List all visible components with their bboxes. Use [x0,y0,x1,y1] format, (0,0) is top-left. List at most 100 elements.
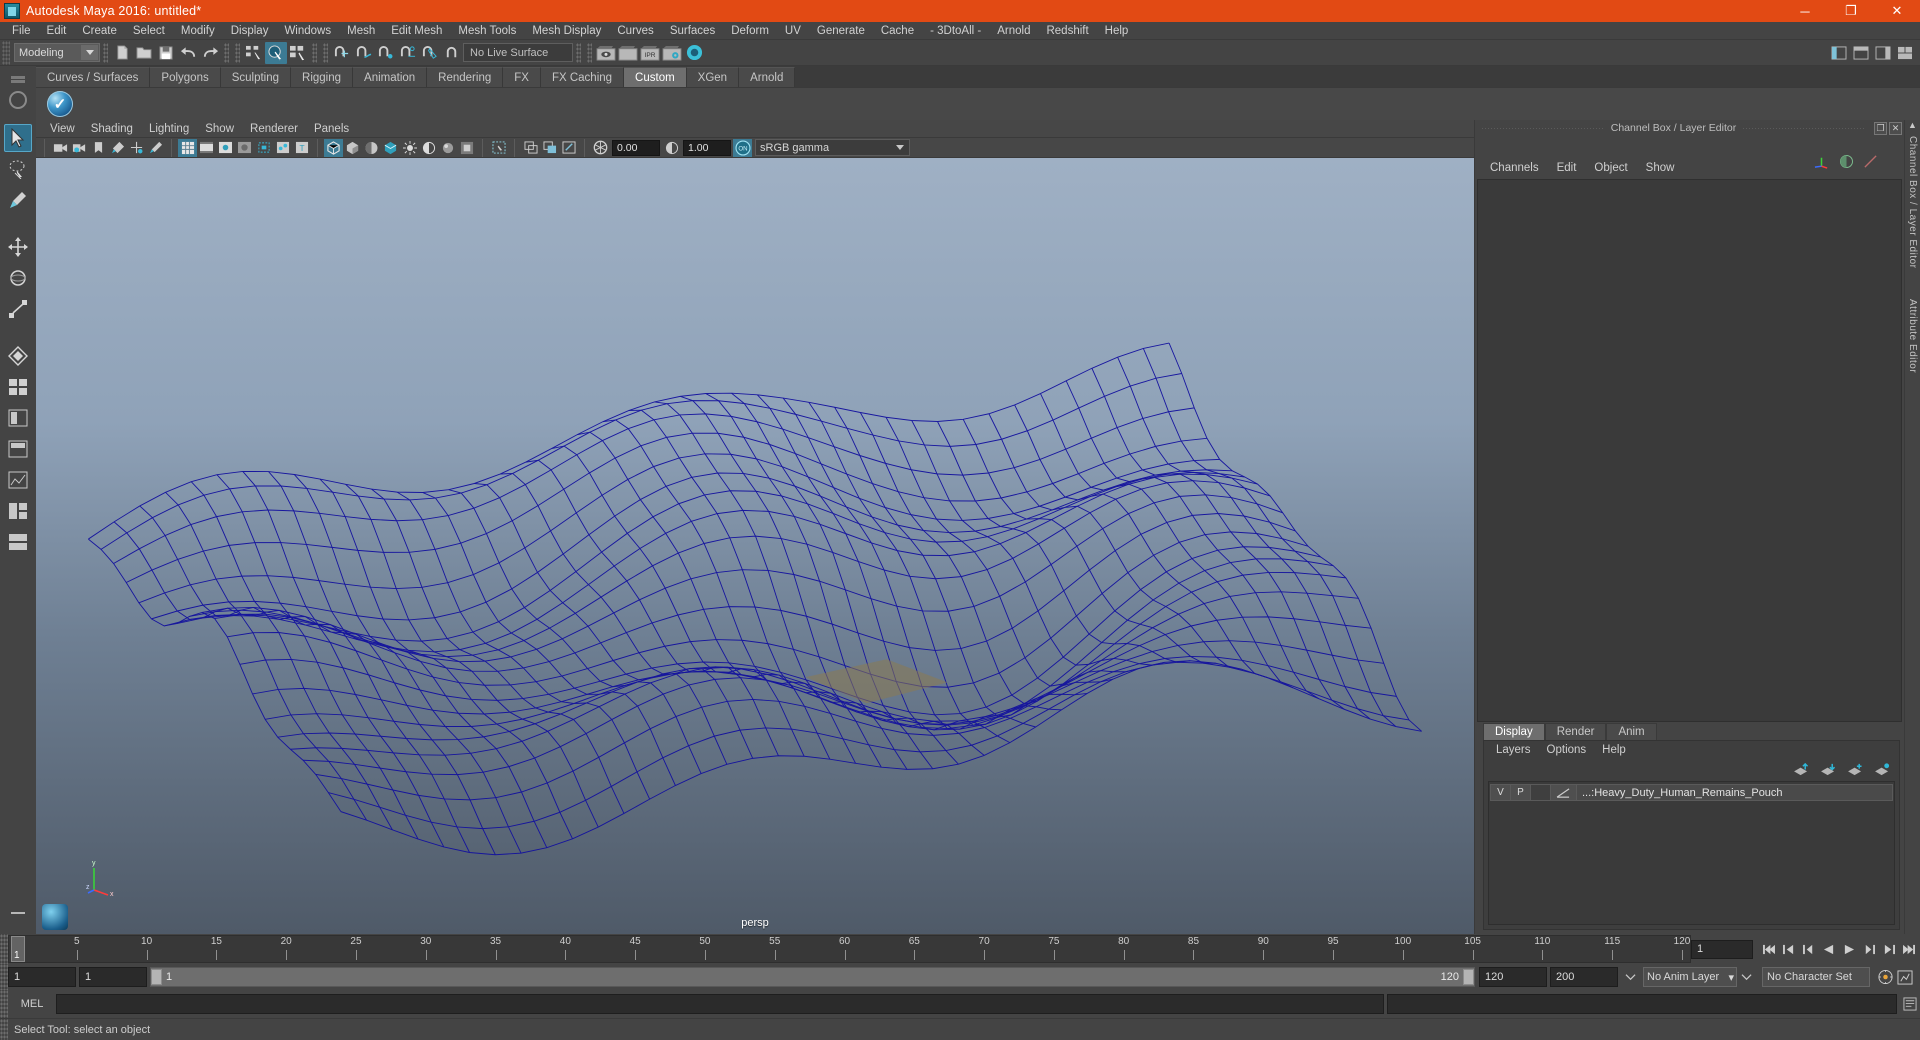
grid-icon[interactable] [178,138,197,157]
xray-joints-icon[interactable] [273,139,292,157]
move-tool[interactable] [4,233,32,261]
layer-move-down-icon[interactable] [1820,763,1837,776]
menu-item-arnold[interactable]: Arnold [989,22,1038,40]
restore-ui-icon[interactable] [1850,42,1872,64]
channelbox-menu-edit[interactable]: Edit [1548,162,1586,174]
play-backwards-icon[interactable] [1819,939,1838,959]
time-slider-grip[interactable] [0,934,8,964]
redo-icon[interactable] [199,42,221,64]
exposure-field[interactable]: 0.00 [612,139,660,156]
live-surface-field[interactable]: No Live Surface [463,43,573,62]
menu-item-help[interactable]: Help [1097,22,1137,40]
range-bar[interactable]: 1 120 [150,967,1475,987]
gear-icon[interactable] [9,91,27,109]
layout-persp-uv-icon[interactable] [4,528,32,556]
scroll-up-icon[interactable]: ▲ [1908,120,1917,130]
chevron-down-icon[interactable]: ▾ [1728,971,1734,984]
hypershade-icon[interactable] [683,42,705,64]
layer-visibility-toggle[interactable]: V [1491,785,1511,800]
viewport-menu-show[interactable]: Show [197,120,242,138]
undo-icon[interactable] [177,42,199,64]
menu-item-redshift[interactable]: Redshift [1038,22,1096,40]
texture-borders-icon[interactable]: T [292,139,311,157]
create-new-layer-icon[interactable] [1847,763,1864,776]
image-plane-icon[interactable] [108,139,127,157]
menu-item-edit[interactable]: Edit [39,22,75,40]
shelf-tab-fx[interactable]: FX [503,67,541,87]
color-profile-dropdown[interactable]: sRGB gamma [755,139,910,156]
script-editor-icon[interactable] [1900,994,1920,1014]
panel-zoom-icon[interactable] [559,139,578,157]
menu-item-file[interactable]: File [4,22,39,40]
paint-select-tool[interactable] [4,186,32,214]
snap-to-projected-center-icon[interactable] [397,42,419,64]
motion-blur-icon[interactable] [457,139,476,157]
shelf-tab-rendering[interactable]: Rendering [427,67,504,87]
resolution-gate-icon[interactable] [216,139,235,157]
command-line-grip[interactable] [0,990,8,1018]
shelf-tab-polygons[interactable]: Polygons [150,67,221,87]
hardware-texturing-icon[interactable] [381,139,400,157]
two-d-pan-zoom-icon[interactable] [127,139,146,157]
layer-color-swatch[interactable] [1551,785,1577,800]
viewport-menu-view[interactable]: View [42,120,83,138]
close-panel-button[interactable]: ✕ [1889,121,1902,135]
grease-pencil-icon[interactable] [146,139,165,157]
scale-tool[interactable] [4,295,32,323]
time-slider[interactable]: 5 10 15 20 25 30 35 40 45 50 55 60 65 70 75 80 85 90 95 100… [8,935,1691,963]
layer-menu-layers[interactable]: Layers [1488,744,1539,756]
playback-options-icon[interactable] [1621,967,1640,987]
menu-item-mesh-display[interactable]: Mesh Display [524,22,609,40]
layer-state-toggle[interactable] [1531,785,1551,800]
bookmarks-icon[interactable] [89,139,108,157]
layout-persp-outliner-icon[interactable] [4,435,32,463]
table-row[interactable]: V P ...:Heavy_Duty_Human_Remains_Pouch [1490,784,1893,801]
menu-item-surfaces[interactable]: Surfaces [662,22,723,40]
menu-item-3dtoall[interactable]: - 3DtoAll - [922,22,989,40]
channelbox-menu-channels[interactable]: Channels [1481,162,1548,174]
minimize-button[interactable]: ─ [1782,0,1828,22]
sidebar-item-attribute-editor[interactable]: Attribute Editor [1907,293,1918,379]
select-camera-icon[interactable] [51,139,70,157]
select-by-component-icon[interactable] [287,42,309,64]
layer-move-up-icon[interactable] [1793,762,1810,776]
color-management-icon[interactable]: ON [733,138,752,157]
smooth-shade-icon[interactable] [343,139,362,157]
go-to-end-icon[interactable] [1899,939,1918,959]
range-start-field[interactable]: 1 [79,967,147,987]
exposure-icon[interactable] [591,139,610,157]
channelbox-content[interactable] [1477,179,1902,722]
menu-item-cache[interactable]: Cache [873,22,922,40]
animation-preferences-icon[interactable] [1895,967,1914,987]
menu-item-curves[interactable]: Curves [609,22,661,40]
layout-persp-graph-icon[interactable] [4,466,32,494]
last-tool-used[interactable] [4,342,32,370]
save-scene-icon[interactable] [155,42,177,64]
select-by-hierarchy-icon[interactable] [243,42,265,64]
menu-item-mesh[interactable]: Mesh [339,22,383,40]
chevron-down-icon[interactable] [81,45,98,60]
sidebar-item-channel-box[interactable]: Channel Box / Layer Editor [1907,130,1918,275]
current-frame-field[interactable]: 1 [1691,939,1753,959]
isolate-select-icon[interactable] [489,139,508,157]
close-button[interactable]: ✕ [1874,0,1920,22]
range-slider-grip[interactable] [0,964,8,990]
chevron-down-icon[interactable] [892,140,908,155]
menu-item-deform[interactable]: Deform [723,22,777,40]
camera-attributes-icon[interactable] [70,139,89,157]
3d-viewport[interactable]: y x z persp [36,158,1474,934]
maya-blue-check-icon[interactable]: ✓ [44,88,76,120]
gamma-field[interactable]: 1.00 [683,139,731,156]
shelf-tab-custom[interactable]: Custom [624,67,687,87]
layer-tab-display[interactable]: Display [1483,723,1545,740]
range-end-field[interactable]: 120 [1479,967,1547,987]
grid-toggle-icon[interactable] [540,139,559,157]
command-input[interactable] [56,994,1384,1014]
shadows-icon[interactable] [419,139,438,157]
command-output[interactable] [1387,994,1897,1014]
step-forward-frame-icon[interactable] [1859,939,1878,959]
command-language-label[interactable]: MEL [8,998,56,1010]
shelf-tab-rigging[interactable]: Rigging [291,67,354,87]
gate-mask-icon[interactable] [235,139,254,157]
lighting-icon[interactable] [400,139,419,157]
